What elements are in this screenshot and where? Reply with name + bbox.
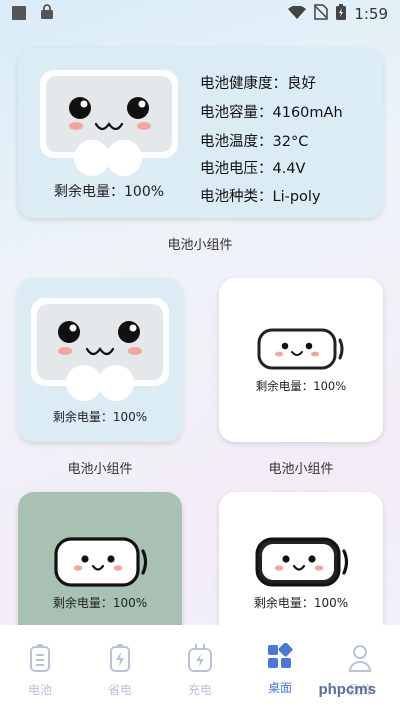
bottom-tab-bar: 电池 省电 充电 桌面 我的 <box>0 625 400 711</box>
no-sim-icon <box>314 4 329 24</box>
status-bar: 1:59 <box>0 0 400 28</box>
tab-label: 桌面 <box>267 681 292 695</box>
battery-capacity: 电池容量：4160mAh <box>200 105 343 121</box>
desktop-widgets-icon <box>266 642 294 675</box>
widget-caption: 电池小组件 <box>67 462 133 477</box>
clock: 1:59 <box>354 5 388 23</box>
wifi-icon <box>288 4 307 24</box>
profile-icon <box>347 643 373 677</box>
tab-label: 省电 <box>107 683 132 697</box>
battery-voltage: 电池电压：4.4V <box>200 161 306 177</box>
tab-charging[interactable]: 充电 <box>160 625 240 711</box>
charging-plug-icon <box>187 643 213 677</box>
tab-profile[interactable]: 我的 <box>320 625 400 711</box>
lock-icon <box>40 4 54 24</box>
remaining-charge: 剩余电量：100% <box>52 596 148 610</box>
watermark: phpcms <box>318 681 376 698</box>
remaining-charge: 剩余电量：100% <box>255 379 347 393</box>
tab-label: 充电 <box>187 683 212 697</box>
remaining-charge: 剩余电量：100% <box>253 596 349 610</box>
face-eyes-mouth-icon <box>69 97 151 131</box>
battery-type: 电池种类：Li-poly <box>200 189 321 205</box>
tab-battery[interactable]: 电池 <box>0 625 80 711</box>
medium-battery-widget[interactable]: 剩余电量：100% <box>18 278 182 442</box>
small-battery-widget[interactable]: 剩余电量：100% <box>219 278 383 442</box>
widget-caption: 电池小组件 <box>167 238 233 253</box>
remaining-charge: 剩余电量：100% <box>52 410 148 424</box>
remaining-charge: 剩余电量：100% <box>54 184 165 200</box>
large-battery-widget[interactable]: 剩余电量：100% 电池健康度：良好 电池容量：4160mAh 电池温度：32°… <box>18 48 383 218</box>
widget-caption: 电池小组件 <box>268 462 334 477</box>
power-save-icon <box>109 643 131 677</box>
battery-face-icon <box>255 537 349 587</box>
battery-face-icon <box>54 537 148 587</box>
battery-health: 电池健康度：良好 <box>200 76 316 92</box>
cute-battery-face <box>40 70 178 158</box>
tab-label: 电池 <box>27 683 52 697</box>
battery-icon <box>29 643 51 677</box>
notification-square-icon <box>12 5 26 24</box>
battery-charging-icon <box>336 4 347 24</box>
tab-power-save[interactable]: 省电 <box>80 625 160 711</box>
tab-desktop[interactable]: 桌面 <box>240 625 320 711</box>
battery-temperature: 电池温度：32°C <box>200 134 309 150</box>
battery-face-icon <box>257 328 344 370</box>
